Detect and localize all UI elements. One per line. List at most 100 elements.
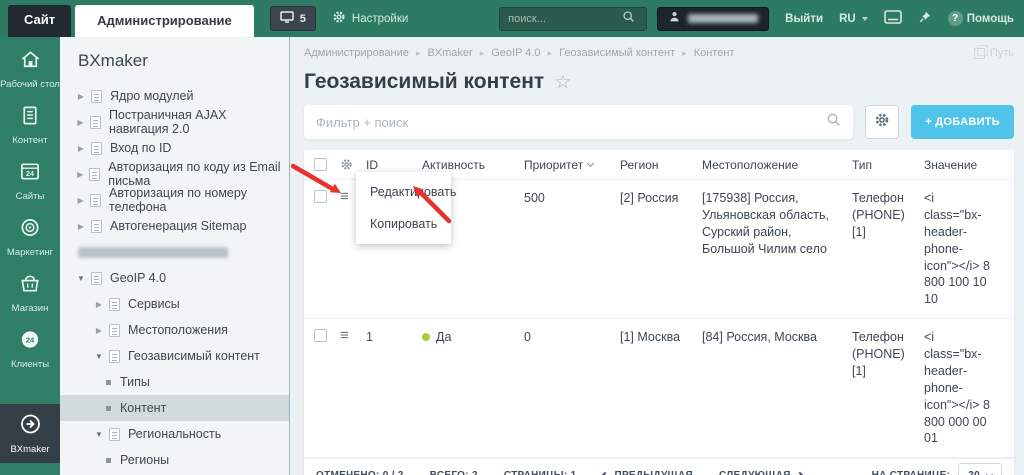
sidebar-item-marketing[interactable]: Маркетинг — [0, 216, 60, 259]
sidebar-item-bxmaker[interactable]: BXmaker — [0, 404, 60, 463]
help-button[interactable]: ? Помощь — [948, 11, 1014, 26]
menu-item-label: GeoIP 4.0 — [110, 271, 166, 285]
copy-path-button[interactable]: Путь — [974, 47, 1014, 59]
tab-admin-active[interactable]: Администрирование — [75, 5, 254, 37]
filter-search-input[interactable] — [316, 115, 826, 130]
row-checkbox[interactable] — [314, 329, 327, 342]
basket-icon — [18, 272, 42, 300]
menu-item-sitemap[interactable]: ▶Автогенерация Sitemap — [60, 213, 289, 239]
menu-item-label: Ядро модулей — [110, 89, 193, 103]
select-all-checkbox[interactable] — [314, 158, 327, 171]
cell-active-label: Да — [436, 330, 451, 344]
context-menu-edit[interactable]: Редактировать — [356, 176, 451, 208]
menu-item-types[interactable]: Типы — [60, 369, 289, 395]
logout-link[interactable]: Выйти — [785, 13, 823, 25]
row-menu-button[interactable]: ≡ — [340, 319, 366, 343]
arrow-circle-icon — [18, 412, 43, 441]
copy-path-label: Путь — [990, 47, 1014, 59]
notifications-count: 5 — [300, 13, 306, 25]
column-header-active[interactable]: Активность — [422, 158, 524, 172]
column-header-id[interactable]: ID — [366, 158, 422, 172]
language-selector[interactable]: RU — [839, 13, 868, 25]
doc-icon — [91, 220, 102, 233]
breadcrumb-item[interactable]: Администрирование — [304, 47, 409, 59]
doc-icon — [109, 350, 120, 363]
menu-item-core[interactable]: ▶Ядро модулей — [60, 83, 289, 109]
filter-search-box[interactable] — [304, 105, 853, 139]
menu-item-login-by-id[interactable]: ▶Вход по ID — [60, 135, 289, 161]
cell-location: [84] Россия, Москва — [702, 319, 852, 356]
settings-button[interactable]: Настройки — [332, 10, 408, 27]
column-header-type[interactable]: Тип — [852, 158, 924, 172]
menu-item-regionality[interactable]: ▼Региональность — [60, 421, 289, 447]
topbar-search-input[interactable] — [508, 13, 622, 25]
column-header-priority[interactable]: Приоритет — [524, 158, 620, 172]
icon-sidebar: Рабочий стол Контент 24 Сайты Маркетинг … — [0, 37, 60, 475]
menu-item-email-auth[interactable]: ▶Авторизация по коду из Email письма — [60, 161, 289, 187]
row-checkbox[interactable] — [314, 190, 327, 203]
favorite-star-icon[interactable]: ☆ — [554, 71, 571, 94]
notifications-button[interactable]: 5 — [270, 6, 316, 31]
sidebar-item-sites[interactable]: 24 Сайты — [0, 160, 60, 203]
context-menu-copy[interactable]: Копировать — [356, 208, 451, 240]
main-content: Администрирование▸ BXmaker▸ GeoIP 4.0▸ Г… — [290, 37, 1024, 475]
pin-button[interactable] — [918, 10, 932, 27]
sidebar-item-clients[interactable]: 24 Клиенты — [0, 328, 60, 371]
per-page-select[interactable]: 20 — [958, 463, 1002, 475]
breadcrumb-item[interactable]: Геозависимый контент — [559, 47, 675, 59]
doc-icon — [91, 272, 102, 285]
total-counter: ВСЕГО: 2 — [430, 470, 478, 475]
grid-gear-icon[interactable] — [340, 158, 366, 171]
next-page-button[interactable]: СЛЕДУЮЩАЯ — [719, 470, 803, 475]
doc-icon — [109, 324, 120, 337]
sidebar-item-desktop[interactable]: Рабочий стол — [0, 48, 60, 91]
menu-item-label: Контент — [120, 401, 166, 415]
chevron-right-icon: ▶ — [94, 300, 104, 309]
cell-priority: 0 — [524, 319, 620, 356]
menu-item-geoip[interactable]: ▼GeoIP 4.0 — [60, 265, 289, 291]
chevron-right-icon: ▶ — [76, 144, 86, 153]
menu-item-phone-auth[interactable]: ▶Авторизация по номеру телефона — [60, 187, 289, 213]
grid-settings-button[interactable] — [865, 105, 899, 139]
module-menu: BXmaker ▶Ядро модулей ▶Постраничная AJAX… — [60, 37, 290, 475]
cell-region: [1] Москва — [620, 319, 702, 356]
topbar-search[interactable] — [499, 7, 647, 31]
menu-item-label: Автогенерация Sitemap — [110, 219, 246, 233]
topbar: Сайт Администрирование 5 Настройки Выйти… — [0, 0, 1024, 37]
breadcrumb-item[interactable]: Контент — [694, 47, 735, 59]
prev-page-button[interactable]: ПРЕДЫДУЩАЯ — [602, 470, 693, 475]
cell-type: Телефон (PHONE) [1] — [852, 180, 924, 251]
user-badge[interactable] — [657, 7, 769, 31]
menu-item-redacted[interactable] — [60, 239, 289, 265]
sidebar-item-content[interactable]: Контент — [0, 104, 60, 147]
menu-item-services[interactable]: ▶Сервисы — [60, 291, 289, 317]
hotkeys-panel-button[interactable] — [884, 10, 902, 27]
search-icon — [826, 112, 841, 132]
menu-item-ajax-nav[interactable]: ▶Постраничная AJAX навигация 2.0 — [60, 109, 289, 135]
doc-icon — [91, 142, 102, 155]
sort-down-icon — [587, 159, 594, 166]
column-header-value[interactable]: Значение — [924, 158, 1002, 172]
redacted-menu-item — [78, 247, 228, 258]
column-header-label: Приоритет — [524, 158, 583, 172]
tab-site[interactable]: Сайт — [8, 5, 71, 37]
column-header-region[interactable]: Регион — [620, 158, 702, 172]
column-header-location[interactable]: Местоположение — [702, 158, 852, 172]
pages-value: 1 — [571, 470, 577, 475]
chevron-down-icon — [986, 471, 993, 475]
total-value: 2 — [472, 470, 478, 475]
menu-item-content-selected[interactable]: Контент — [60, 395, 289, 421]
add-button[interactable]: + ДОБАВИТЬ — [911, 105, 1014, 139]
menu-item-geo-content[interactable]: ▼Геозависимый контент — [60, 343, 289, 369]
menu-item-regions[interactable]: Регионы — [60, 447, 289, 473]
svg-text:24: 24 — [26, 335, 35, 344]
sidebar-item-shop[interactable]: Магазин — [0, 272, 60, 315]
breadcrumb-item[interactable]: GeoIP 4.0 — [491, 47, 540, 59]
doc-icon — [91, 90, 102, 103]
menu-item-locations[interactable]: ▶Местоположения — [60, 317, 289, 343]
sidebar-item-label: Маркетинг — [7, 248, 53, 259]
page-title: Геозависимый контент — [304, 70, 544, 94]
bullet-icon — [106, 458, 111, 463]
breadcrumb-item[interactable]: BXmaker — [427, 47, 472, 59]
total-label: ВСЕГО: — [430, 470, 469, 475]
